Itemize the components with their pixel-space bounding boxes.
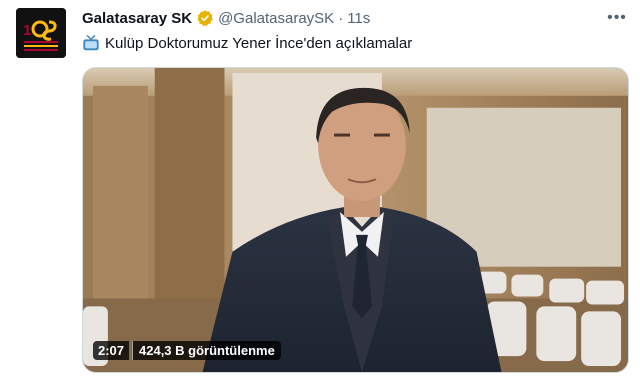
more-options-icon[interactable]: ••• [606,8,628,28]
video-thumbnail [83,68,628,372]
tweet-body: Kulüp Doktorumuz Yener İnce'den açıklama… [105,34,413,52]
author-name[interactable]: Galatasaray SK [82,10,192,27]
tweet-time[interactable]: 11s [347,10,370,27]
avatar[interactable]: 1 [16,8,66,58]
tv-icon [83,35,99,51]
galatasaray-logo-icon: 1 [16,8,66,58]
video-view-count: 424,3 B görüntülenme [132,341,281,360]
author-handle[interactable]: @GalatasaraySK [218,10,334,27]
tweet-header: Galatasaray SK @GalatasaraySK · 11s [82,8,370,28]
tweet-text: Kulüp Doktorumuz Yener İnce'den açıklama… [82,32,412,54]
verified-badge-icon [197,10,213,27]
video-player[interactable]: 2:07 424,3 B görüntülenme [82,67,629,373]
separator-dot: · [338,9,344,27]
video-duration: 2:07 [93,341,130,360]
svg-text:1: 1 [23,22,31,39]
